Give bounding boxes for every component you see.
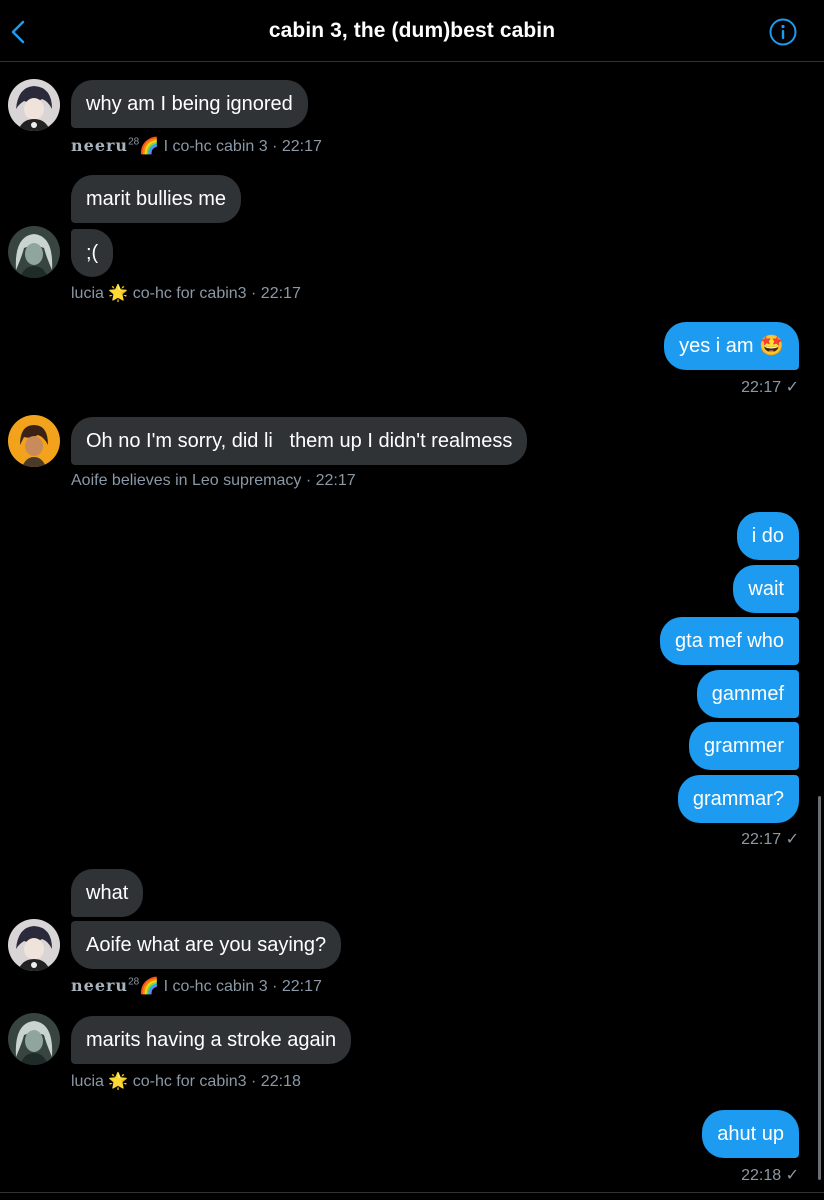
- avatar-aoife[interactable]: [8, 415, 60, 467]
- message-time: · 22:17: [305, 472, 356, 489]
- avatar-lucia[interactable]: [8, 226, 60, 278]
- message-time: · 22:17: [272, 138, 322, 155]
- message-meta: Aoife believes in Leo supremacy · 22:17: [71, 472, 356, 490]
- conversation-header: cabin 3, the (dum)best cabin: [0, 0, 824, 62]
- message-bubble-outgoing[interactable]: grammar?: [677, 775, 799, 823]
- sender-role[interactable]: Aoife believes in Leo supremacy: [71, 472, 301, 489]
- message-bubble-outgoing[interactable]: ahut up: [702, 1110, 799, 1158]
- info-icon: [769, 18, 797, 46]
- avatar-neeru[interactable]: [8, 919, 60, 971]
- rainbow-icon: 🌈: [139, 978, 160, 995]
- avatar-neeru-image: [8, 79, 60, 131]
- sender-name[interactable]: neeru: [71, 976, 128, 995]
- conversation-title[interactable]: cabin 3, the (dum)best cabin: [0, 19, 824, 43]
- sender-name-suffix: 28: [128, 976, 140, 988]
- message-bubble-outgoing[interactable]: wait: [733, 565, 799, 613]
- star-icon: 🌟: [108, 1073, 129, 1090]
- sender-name-suffix: 28: [128, 136, 140, 148]
- avatar-lucia-image: [8, 1013, 60, 1065]
- avatar-lucia-image: [8, 226, 60, 278]
- scrollbar[interactable]: [818, 796, 821, 1180]
- message-time-outgoing: 22:18 ✓: [741, 1167, 799, 1184]
- message-bubble[interactable]: marit bullies me: [71, 175, 242, 223]
- sender-name[interactable]: lucia: [71, 1073, 104, 1090]
- message-meta: neeru28🌈 I co-hc cabin 3 · 22:17: [71, 976, 322, 996]
- avatar-neeru[interactable]: [8, 79, 60, 131]
- message-bubble-outgoing[interactable]: gammef: [696, 670, 799, 718]
- rainbow-icon: 🌈: [139, 138, 160, 155]
- sender-role: co-hc for cabin3: [132, 1073, 247, 1090]
- message-time: · 22:18: [251, 1073, 301, 1090]
- message-bubble[interactable]: Oh no I'm sorry, did li them up I didn't…: [71, 417, 528, 465]
- message-bubble[interactable]: what: [71, 869, 144, 917]
- message-time-outgoing: 22:17 ✓: [741, 379, 799, 396]
- message-meta: neeru28🌈 I co-hc cabin 3 · 22:17: [71, 136, 322, 156]
- avatar-aoife-image: [8, 415, 60, 467]
- conversation-info-button[interactable]: [768, 17, 798, 47]
- sender-role: I co-hc cabin 3: [163, 978, 268, 995]
- message-bubble[interactable]: Aoife what are you saying?: [71, 921, 342, 969]
- message-bubble-outgoing[interactable]: gta mef who: [660, 617, 799, 665]
- message-bubble[interactable]: ;(: [71, 229, 114, 277]
- star-icon: 🌟: [108, 285, 129, 302]
- avatar-neeru-image: [8, 919, 60, 971]
- message-meta: lucia 🌟 co-hc for cabin3 · 22:17: [71, 283, 301, 303]
- sender-name[interactable]: neeru: [71, 136, 128, 155]
- message-bubble[interactable]: why am I being ignored: [71, 80, 308, 128]
- avatar-lucia[interactable]: [8, 1013, 60, 1065]
- composer-divider: [0, 1192, 824, 1193]
- message-bubble-outgoing[interactable]: i do: [736, 512, 799, 560]
- sender-role: co-hc for cabin3: [132, 285, 247, 302]
- message-bubble-outgoing[interactable]: yes i am 🤩: [664, 322, 799, 370]
- sender-name[interactable]: lucia: [71, 285, 104, 302]
- message-time: · 22:17: [251, 285, 301, 302]
- message-bubble[interactable]: marits having a stroke again: [71, 1016, 352, 1064]
- message-meta: lucia 🌟 co-hc for cabin3 · 22:18: [71, 1071, 301, 1091]
- sender-role: I co-hc cabin 3: [163, 138, 268, 155]
- message-time-outgoing: 22:17 ✓: [741, 831, 799, 848]
- message-bubble-outgoing[interactable]: grammer: [688, 722, 799, 770]
- message-time: · 22:17: [272, 978, 322, 995]
